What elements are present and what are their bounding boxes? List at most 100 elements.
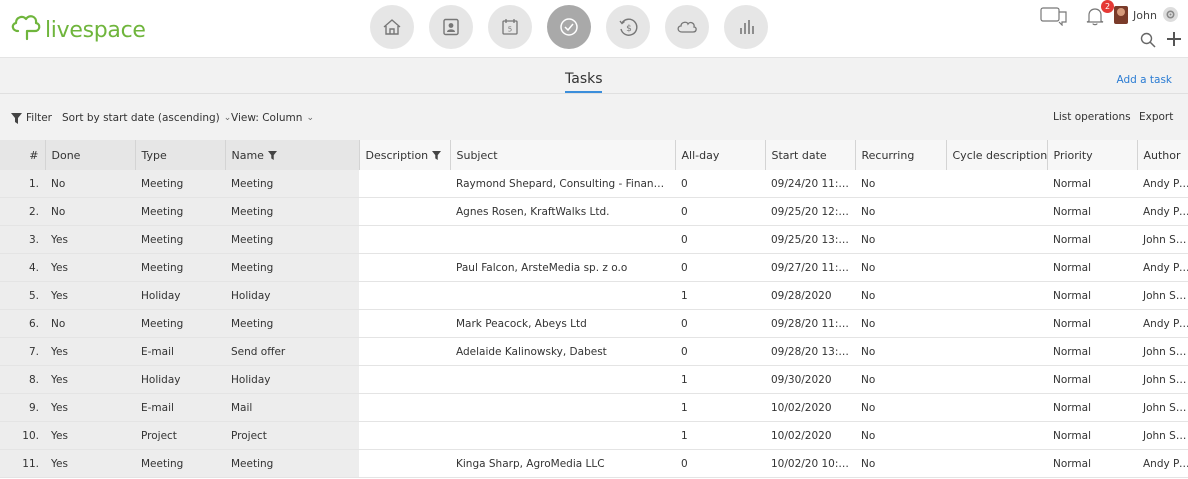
table-row[interactable]: 5. Yes Holiday Holiday 1 09/28/2020 No Normal Jo…	[0, 281, 1188, 310]
author-cell[interactable]: John Smith	[1137, 225, 1188, 254]
description-cell[interactable]	[359, 337, 450, 366]
priority-cell[interactable]: Normal	[1047, 393, 1137, 422]
cycle-description-cell[interactable]	[946, 309, 1047, 338]
table-row[interactable]: 8. Yes Holiday Holiday 1 09/30/2020 No Normal Jo…	[0, 365, 1188, 394]
start-date-cell[interactable]: 10/02/20 10:00	[765, 449, 855, 478]
nav-contacts-button[interactable]	[429, 5, 473, 49]
type-cell[interactable]: Holiday	[135, 281, 225, 310]
column-filter-icon[interactable]	[432, 151, 442, 160]
chat-icon[interactable]	[1040, 6, 1068, 26]
type-cell[interactable]: Meeting	[135, 225, 225, 254]
type-cell[interactable]: Meeting	[135, 449, 225, 478]
name-cell[interactable]: Meeting	[225, 170, 359, 198]
table-row[interactable]: 11. Yes Meeting Meeting Kinga Sharp, AgroMed…	[0, 449, 1188, 478]
name-cell[interactable]: Holiday	[225, 365, 359, 394]
done-cell[interactable]: Yes	[45, 393, 135, 422]
subject-cell[interactable]: Adelaide Kalinowsky, Dabest	[450, 337, 675, 366]
table-row[interactable]: 9. Yes E-mail Mail 1 10/02/2020 No Normal John S…	[0, 393, 1188, 422]
start-date-cell[interactable]: 09/25/20 12:00	[765, 197, 855, 226]
search-icon[interactable]	[1140, 32, 1156, 48]
table-row[interactable]: 10. Yes Project Project 1 10/02/2020 No Normal J…	[0, 421, 1188, 450]
description-cell[interactable]	[359, 253, 450, 282]
subject-cell[interactable]: Paul Falcon, ArsteMedia sp. z o.o	[450, 253, 675, 282]
start-date-cell[interactable]: 10/02/2020	[765, 421, 855, 450]
subject-cell[interactable]	[450, 393, 675, 422]
gear-icon[interactable]	[1163, 7, 1178, 22]
type-cell[interactable]: Project	[135, 421, 225, 450]
subject-cell[interactable]: Agnes Rosen, KraftWalks Ltd.	[450, 197, 675, 226]
description-cell[interactable]	[359, 393, 450, 422]
recurring-cell[interactable]: No	[855, 393, 946, 422]
recurring-cell[interactable]: No	[855, 225, 946, 254]
author-cell[interactable]: John Smith	[1137, 393, 1188, 422]
table-row[interactable]: 3. Yes Meeting Meeting 0 09/25/20 13:00 No Norm…	[0, 225, 1188, 254]
description-cell[interactable]	[359, 421, 450, 450]
priority-cell[interactable]: Normal	[1047, 225, 1137, 254]
nav-deals-button[interactable]: $	[606, 5, 650, 49]
done-cell[interactable]: Yes	[45, 421, 135, 450]
all-day-cell[interactable]: 1	[675, 393, 765, 422]
type-cell[interactable]: Meeting	[135, 253, 225, 282]
start-date-cell[interactable]: 09/28/20 11:00	[765, 309, 855, 338]
column-header-cycle-description[interactable]: Cycle description	[946, 140, 1048, 170]
author-cell[interactable]: Andy Polk	[1137, 253, 1188, 282]
recurring-cell[interactable]: No	[855, 337, 946, 366]
recurring-cell[interactable]: No	[855, 309, 946, 338]
start-date-cell[interactable]: 09/28/2020	[765, 281, 855, 310]
done-cell[interactable]: No	[45, 170, 135, 198]
author-cell[interactable]: John Smith	[1137, 421, 1188, 450]
nav-home-button[interactable]	[370, 5, 414, 49]
column-header-description[interactable]: Description	[359, 140, 451, 170]
recurring-cell[interactable]: No	[855, 281, 946, 310]
recurring-cell[interactable]: No	[855, 449, 946, 478]
cycle-description-cell[interactable]	[946, 449, 1047, 478]
column-header-done[interactable]: Done	[45, 140, 136, 170]
recurring-cell[interactable]: No	[855, 421, 946, 450]
livespace-logo[interactable]: livespace	[9, 8, 146, 43]
done-cell[interactable]: Yes	[45, 337, 135, 366]
column-header-name[interactable]: Name	[225, 140, 360, 170]
subject-cell[interactable]	[450, 365, 675, 394]
type-cell[interactable]: E-mail	[135, 337, 225, 366]
priority-cell[interactable]: Normal	[1047, 449, 1137, 478]
type-cell[interactable]: E-mail	[135, 393, 225, 422]
column-header-start-date[interactable]: Start date	[765, 140, 856, 170]
done-cell[interactable]: No	[45, 309, 135, 338]
cycle-description-cell[interactable]	[946, 365, 1047, 394]
priority-cell[interactable]: Normal	[1047, 197, 1137, 226]
add-task-link[interactable]: Add a task	[1116, 74, 1172, 86]
all-day-cell[interactable]: 0	[675, 337, 765, 366]
description-cell[interactable]	[359, 225, 450, 254]
description-cell[interactable]	[359, 449, 450, 478]
start-date-cell[interactable]: 09/24/20 11:00	[765, 170, 855, 198]
author-cell[interactable]: Andy Polk	[1137, 197, 1188, 226]
column-header-all-day[interactable]: All-day	[675, 140, 766, 170]
all-day-cell[interactable]: 1	[675, 421, 765, 450]
recurring-cell[interactable]: No	[855, 170, 946, 198]
all-day-cell[interactable]: 0	[675, 309, 765, 338]
recurring-cell[interactable]: No	[855, 365, 946, 394]
start-date-cell[interactable]: 10/02/2020	[765, 393, 855, 422]
start-date-cell[interactable]: 09/28/20 13:30	[765, 337, 855, 366]
sort-dropdown[interactable]: Sort by start date (ascending) ⌄	[62, 112, 231, 124]
done-cell[interactable]: Yes	[45, 281, 135, 310]
description-cell[interactable]	[359, 170, 450, 198]
description-cell[interactable]	[359, 365, 450, 394]
name-cell[interactable]: Meeting	[225, 197, 359, 226]
filter-button[interactable]: Filter	[11, 112, 52, 124]
all-day-cell[interactable]: 0	[675, 225, 765, 254]
name-cell[interactable]: Meeting	[225, 309, 359, 338]
column-filter-icon[interactable]	[267, 151, 277, 160]
plus-icon[interactable]	[1165, 30, 1183, 48]
all-day-cell[interactable]: 0	[675, 449, 765, 478]
author-cell[interactable]: Andy Polk	[1137, 170, 1188, 198]
subject-cell[interactable]: Kinga Sharp, AgroMedia LLC	[450, 449, 675, 478]
subject-cell[interactable]	[450, 281, 675, 310]
all-day-cell[interactable]: 0	[675, 170, 765, 198]
column-header-type[interactable]: Type	[135, 140, 226, 170]
done-cell[interactable]: Yes	[45, 449, 135, 478]
nav-cloud-button[interactable]	[665, 5, 709, 49]
priority-cell[interactable]: Normal	[1047, 281, 1137, 310]
description-cell[interactable]	[359, 309, 450, 338]
all-day-cell[interactable]: 1	[675, 365, 765, 394]
